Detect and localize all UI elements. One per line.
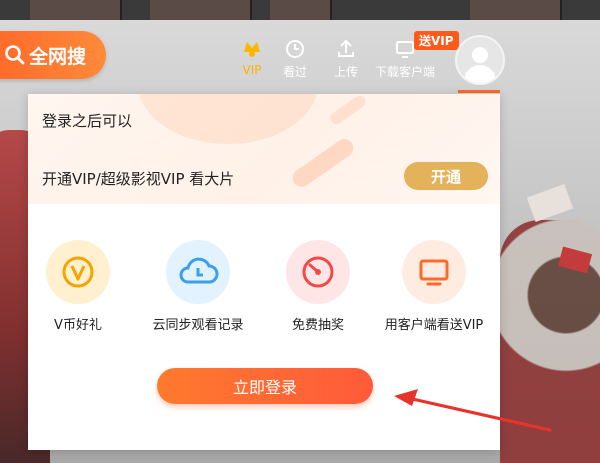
search-all-button[interactable]: 全网搜 [0, 31, 106, 79]
header-decoration [138, 94, 318, 144]
thumbnail-tile [470, 0, 562, 20]
search-icon [5, 45, 25, 65]
vip-promo-text: 开通VIP/超级影视VIP 看大片 [42, 170, 235, 188]
login-hint-text: 登录之后可以 [42, 112, 133, 130]
free-vip-badge: 送VIP [414, 31, 459, 50]
panel-header: 登录之后可以 开通VIP/超级影视VIP 看大片 开通 [28, 94, 500, 204]
feature-v-coin[interactable]: V币好礼 [28, 240, 133, 333]
nav-upload[interactable]: 上传 [334, 38, 358, 88]
cloud-sync-icon [166, 240, 230, 304]
clock-icon [283, 38, 307, 60]
annotation-arrow [394, 389, 552, 432]
nav-upload-label: 上传 [334, 65, 359, 79]
nav-history-label: 看过 [283, 65, 308, 79]
thumbnail-tile [270, 0, 332, 20]
avatar-active-indicator [458, 90, 500, 93]
feature-cloud-sync[interactable]: 云同步观看记录 [143, 240, 253, 333]
feature-lottery[interactable]: 免费抽奖 [263, 240, 373, 333]
thumbnail-tile [150, 0, 252, 20]
feature-list: V币好礼 云同步观看记录 免费抽奖 用客户端看送VIP [28, 240, 500, 340]
feature-label: V币好礼 [54, 318, 102, 333]
feature-client-vip[interactable]: 用客户端看送VIP [379, 240, 489, 333]
header-decoration [289, 135, 357, 191]
avatar-body [464, 65, 496, 83]
nav-history[interactable]: 看过 [283, 38, 307, 88]
feature-label: 云同步观看记录 [152, 318, 244, 333]
feature-label: 用客户端看送VIP [384, 318, 484, 333]
header-decoration [328, 94, 368, 127]
search-label: 全网搜 [29, 45, 87, 68]
open-vip-button[interactable]: 开通 [404, 162, 488, 190]
v-coin-icon [46, 240, 110, 304]
upload-icon [334, 38, 358, 60]
top-thumbnail-strip [0, 0, 600, 20]
crown-icon [240, 38, 264, 60]
lottery-icon [286, 240, 350, 304]
user-avatar[interactable] [455, 35, 505, 85]
thumbnail-tile [30, 0, 122, 20]
tv-icon [402, 240, 466, 304]
nav-download-label: 下载客户端 [375, 65, 436, 79]
feature-label: 免费抽奖 [291, 318, 344, 333]
nav-vip-label: VIP [242, 63, 262, 77]
avatar-head [472, 47, 488, 63]
login-now-button[interactable]: 立即登录 [157, 368, 373, 404]
nav-vip[interactable]: VIP [240, 38, 264, 88]
